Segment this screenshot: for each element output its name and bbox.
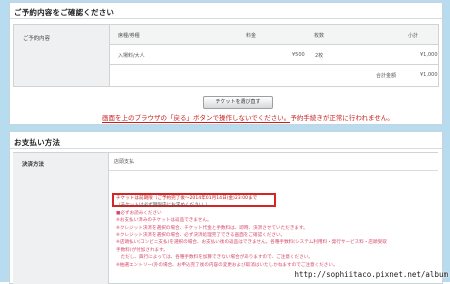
header-price: 料金 [246, 33, 257, 39]
payment-details: 店頭支払 チケットは前期限（ご予約完了後〜2014年01月14日(金)23:00… [109, 152, 438, 284]
note-line: ※クレジット決済を選択の場合、必ず決済処理完了できる画面をご確認ください。 [116, 233, 286, 239]
header-count: 枚数 [314, 33, 325, 39]
order-table: ご予約内容 席種/券種 料金 枚数 小計 入場料/大人 ¥500 2枚 ¥1,0… [13, 24, 439, 87]
note-line: 手数料)が付加されます。 [116, 247, 168, 253]
title-divider [10, 148, 442, 149]
reservation-confirm-panel: ご予約内容をご確認ください ご予約内容 席種/券種 料金 枚数 小計 入場料/大… [9, 2, 443, 125]
note-line: チケットは前期限（ご予約完了後〜2014年01月14日(金)23:00まで [116, 196, 258, 201]
method-value: 店頭支払 [114, 159, 135, 165]
row-count: 2枚 [315, 53, 324, 59]
note-line: （チケットは必ず期限内にお求めください。） [116, 203, 211, 209]
back-button-warning: 画面を上のブラウザの「戻る」ボタンで操作しないでください。予約手続きが正常に行わ… [102, 112, 394, 123]
note-line: ※クレジット決済を選択の場合、チケット代金と手数料は、即時、決済させていただきま… [116, 225, 308, 231]
confirm-title: ご予約内容をご確認ください [14, 8, 115, 17]
order-row: 入場料/大人 ¥500 2枚 ¥1,000 [110, 45, 438, 65]
select-ticket-button[interactable]: チケットを選び直す [203, 96, 273, 109]
warning-part2: 予約手続きが正常に行われません。 [290, 114, 394, 122]
order-label-cell: ご予約内容 [14, 25, 110, 86]
warning-part1: 画面を上のブラウザの「戻る」ボタンで操作しないでください。 [102, 114, 291, 123]
order-total-row: 合計金額 ¥1,000 [110, 65, 438, 85]
watermark-url: http://sophiitaco.pixnet.net/album [294, 270, 448, 279]
note-line: ※店頭払い(コンビニ支払)を選択の場合、お支払い後の返品はできません。各種手数料… [116, 240, 387, 246]
page-background: ご予約内容をご確認ください ご予約内容 席種/券種 料金 枚数 小計 入場料/大… [0, 0, 450, 284]
payment-method-panel: お支払い方法 決済方法 店頭支払 チケットは前期限（ご予約完了後〜2014年01… [9, 131, 443, 284]
order-table-header: 席種/券種 料金 枚数 小計 [110, 25, 438, 45]
note-line: ※抽選エントリー(外の場合、お申込完了後の内容の変更および取消はいたしかねますの… [116, 262, 338, 268]
method-label-cell: 決済方法 [13, 152, 109, 284]
note-line: ※お支払い済みのチケットは返品できません。 [116, 218, 212, 224]
method-label: 決済方法 [22, 162, 45, 168]
method-row: 店頭支払 [109, 153, 438, 171]
payment-notes: チケットは前期限（ご予約完了後〜2014年01月14日(金)23:00まで （チ… [116, 195, 387, 269]
header-subtotal: 小計 [408, 33, 419, 39]
payment-title: お支払い方法 [14, 138, 61, 147]
total-value: ¥1,000 [420, 72, 438, 78]
title-divider [10, 18, 442, 19]
total-label: 合計金額 [376, 73, 397, 79]
order-label: ご予約内容 [23, 36, 50, 42]
note-line: ■必ずお読みください [116, 210, 162, 216]
header-kind: 席種/券種 [118, 33, 140, 39]
row-subtotal: ¥1,000 [420, 52, 438, 58]
row-price: ¥500 [292, 52, 305, 58]
row-kind: 入場料/大人 [118, 53, 145, 59]
note-line: ただし、興行によっては、各種手数料を加算できない場合がありますので、ご注意くださ… [116, 255, 313, 261]
